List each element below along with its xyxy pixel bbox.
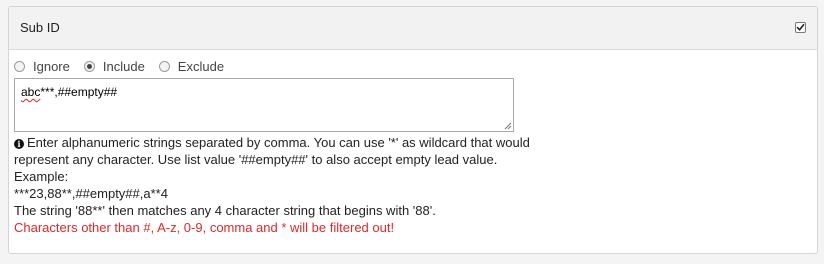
panel-title: Sub ID xyxy=(20,20,60,35)
radio-ignore[interactable]: Ignore xyxy=(14,59,70,74)
radio-include-label: Include xyxy=(102,58,145,74)
filter-warning: Characters other than #, A-z, 0-9, comma… xyxy=(14,220,395,235)
filter-mode-radio-group: Ignore Include Exclude xyxy=(14,57,238,75)
resize-grip-icon[interactable] xyxy=(503,121,512,130)
help-line-2: represent any character. Use list value … xyxy=(14,152,498,167)
help-line-4: ***23,88**,##empty##,a**4 xyxy=(14,186,168,201)
help-line-1-text: Enter alphanumeric strings separated by … xyxy=(27,135,530,150)
enable-sub-id-checkbox[interactable] xyxy=(795,22,806,33)
checkmark-icon xyxy=(796,24,805,31)
radio-include-circle[interactable] xyxy=(83,60,95,72)
radio-exclude[interactable]: Exclude xyxy=(158,58,225,74)
radio-exclude-label: Exclude xyxy=(177,58,225,74)
textarea-value-misspelled-part: abc xyxy=(21,85,41,99)
sub-id-values-textarea[interactable]: abc***,##empty## xyxy=(14,78,514,132)
help-line-1: i Enter alphanumeric strings separated by… xyxy=(14,134,574,151)
help-text-block: i Enter alphanumeric strings separated by… xyxy=(14,134,574,236)
help-line-3: Example: xyxy=(14,169,69,184)
help-line-5: The string '88**' then matches any 4 cha… xyxy=(14,203,436,218)
textarea-value-rest: ***,##empty## xyxy=(40,85,118,99)
radio-ignore-label: Ignore xyxy=(33,58,70,74)
panel-header: Sub ID xyxy=(9,7,817,50)
radio-ignore-circle[interactable] xyxy=(14,60,25,72)
radio-exclude-circle[interactable] xyxy=(158,60,170,72)
info-circle-icon: i xyxy=(14,139,24,149)
radio-include[interactable]: Include xyxy=(83,58,145,74)
